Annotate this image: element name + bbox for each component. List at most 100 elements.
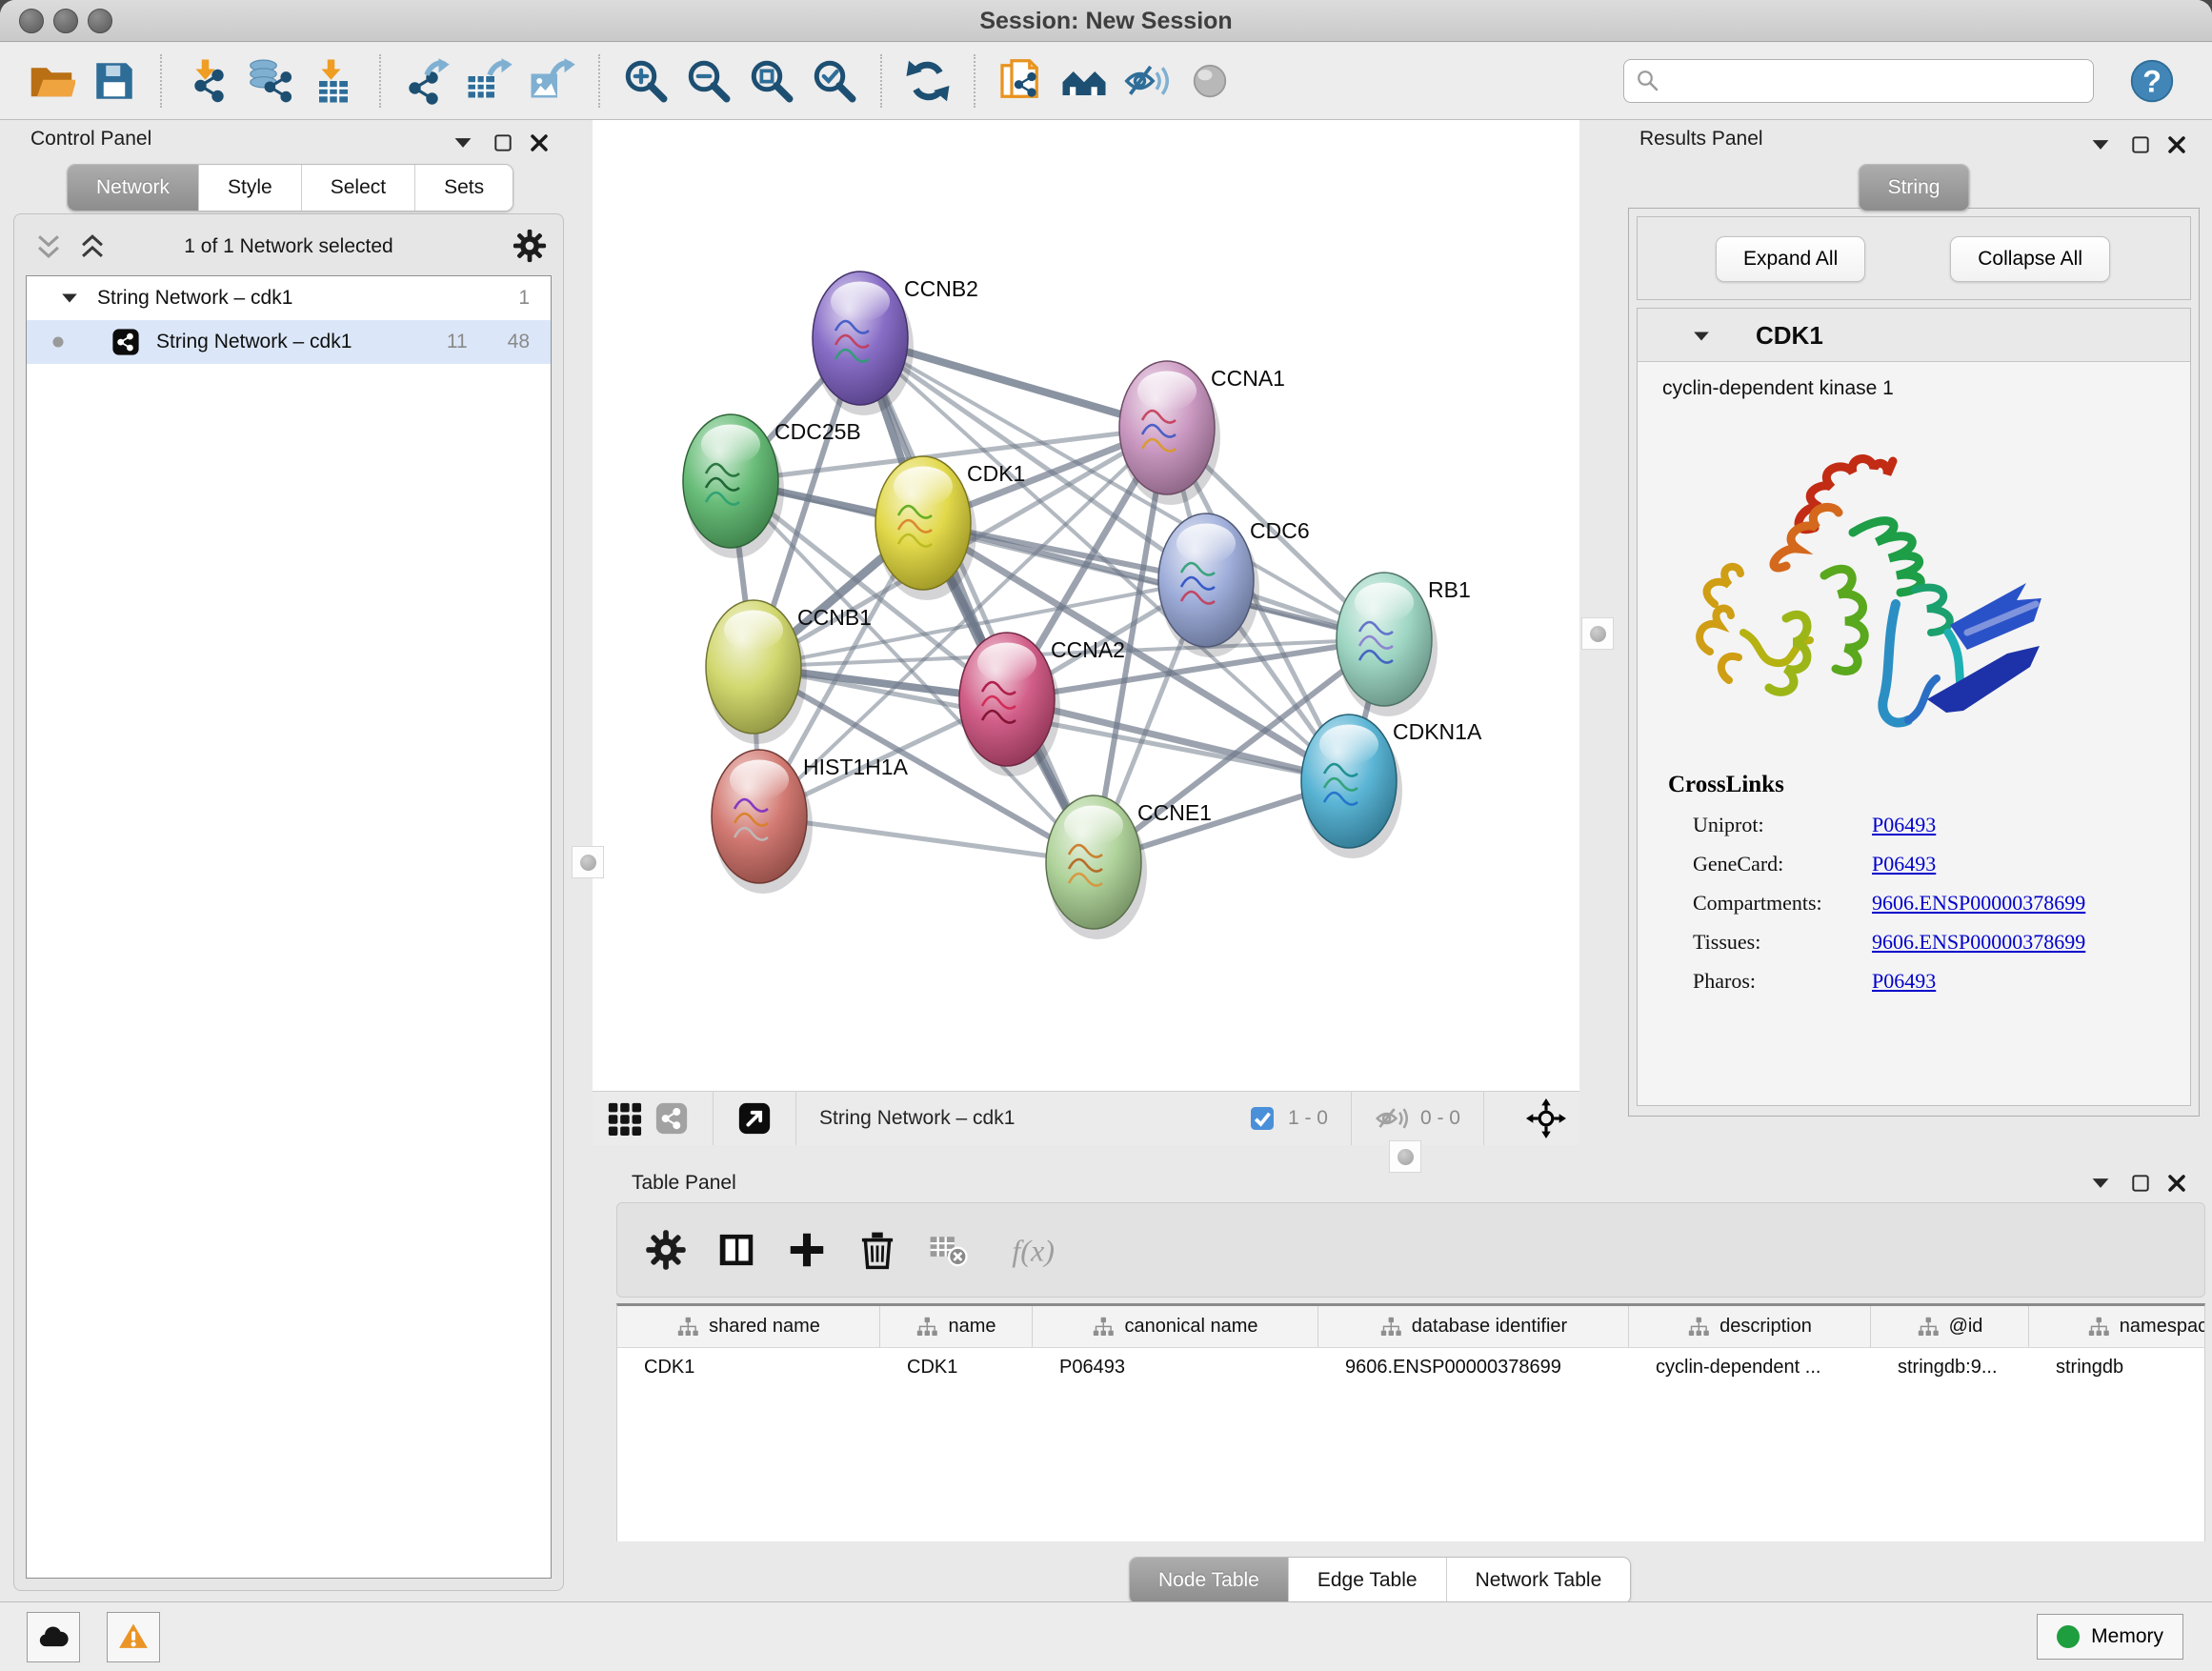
open-in-new-icon[interactable] [736, 1100, 773, 1137]
control-panel-float-button[interactable] [450, 130, 476, 156]
export-network-icon [403, 57, 451, 105]
import-network-button[interactable] [179, 52, 236, 110]
zoom-fit-button[interactable] [743, 52, 800, 110]
add-icon[interactable] [785, 1228, 829, 1272]
search-input[interactable] [1662, 60, 2093, 102]
tab-sets[interactable]: Sets [415, 165, 513, 211]
zoom-in-button[interactable] [617, 52, 674, 110]
import-network-icon [184, 57, 231, 105]
node-CDK1[interactable]: CDK1 [875, 456, 1025, 600]
collapse-all-button[interactable]: Collapse All [1950, 236, 2110, 282]
column-label: namespace [2120, 1316, 2205, 1338]
table-panel-title: Table Panel [632, 1172, 736, 1195]
gear-icon[interactable] [644, 1228, 688, 1272]
tab-style[interactable]: Style [199, 165, 302, 211]
crosslink-link[interactable]: P06493 [1872, 852, 1936, 876]
document-share-button[interactable] [993, 52, 1050, 110]
import-database-button[interactable] [242, 52, 299, 110]
bottom-splitter-handle[interactable] [1389, 1140, 1421, 1173]
tab-network-table[interactable]: Network Table [1447, 1558, 1631, 1603]
column-header-name[interactable]: name [880, 1306, 1033, 1347]
table-cell: stringdb [2029, 1357, 2205, 1379]
help-button[interactable]: ? [2128, 57, 2176, 105]
zoom-selected-button[interactable] [806, 52, 863, 110]
birdseye-grid-icon[interactable] [606, 1100, 642, 1137]
node-CCNA2[interactable]: CCNA2 [959, 633, 1125, 776]
table-row[interactable]: CDK1CDK1P064939606.ENSP00000378699cyclin… [617, 1348, 2204, 1386]
results-panel-restore-button[interactable] [2127, 131, 2154, 158]
columns-icon[interactable] [714, 1228, 758, 1272]
network-row[interactable]: String Network – cdk11148 [27, 320, 551, 364]
node-RB1[interactable]: RB1 [1337, 573, 1471, 716]
crosslink-label: Uniprot: [1693, 813, 1872, 837]
edge-CCNB2-CCNE1[interactable] [860, 338, 1094, 862]
node-CCNE1[interactable]: CCNE1 [1046, 795, 1212, 939]
search-box [1623, 59, 2094, 103]
tab-edge-table[interactable]: Edge Table [1289, 1558, 1447, 1603]
save-session-button[interactable] [86, 52, 143, 110]
network-share-icon[interactable] [654, 1100, 690, 1137]
node-CCNA1[interactable]: CCNA1 [1119, 361, 1285, 505]
crosslink-link[interactable]: 9606.ENSP00000378699 [1872, 891, 2085, 916]
control-panel-restore-button[interactable] [490, 130, 516, 156]
gene-collapse-caret-icon[interactable] [1689, 324, 1714, 349]
gene-entry-header[interactable]: CDK1 [1638, 309, 2190, 362]
crosslink-row: Tissues:9606.ENSP00000378699 [1693, 930, 2190, 955]
table-panel-restore-button[interactable] [2127, 1170, 2154, 1197]
node-CDKN1A[interactable]: CDKN1A [1301, 715, 1482, 858]
table-panel-float-button[interactable] [2087, 1170, 2114, 1197]
svg-text:?: ? [2142, 64, 2162, 98]
table-panel-close-button[interactable] [2163, 1170, 2190, 1197]
eye-sphere-button[interactable] [1181, 52, 1238, 110]
tab-select[interactable]: Select [302, 165, 415, 211]
export-table-button[interactable] [461, 52, 518, 110]
export-network-button[interactable] [398, 52, 455, 110]
memory-button[interactable]: Memory [2037, 1614, 2183, 1660]
tab-network[interactable]: Network [68, 165, 199, 211]
tree-expand-caret-icon[interactable] [57, 286, 82, 311]
open-session-button[interactable] [23, 52, 80, 110]
crosslink-link[interactable]: P06493 [1872, 969, 1936, 994]
refresh-button[interactable] [899, 52, 956, 110]
crosslink-link[interactable]: 9606.ENSP00000378699 [1872, 930, 2085, 955]
network-options-gear-icon[interactable] [512, 228, 548, 264]
hidden-items-eye-icon[interactable] [1375, 1101, 1409, 1136]
expand-all-button[interactable]: Expand All [1716, 236, 1865, 282]
column-header-namespace[interactable]: namespace [2029, 1306, 2205, 1347]
left-splitter-handle[interactable] [572, 846, 604, 878]
table-panel: Table Panel f(x) shared namenamecanonica… [616, 1168, 2205, 1601]
trash-icon[interactable] [855, 1228, 899, 1272]
help-icon: ? [2128, 93, 2176, 108]
node-HIST1H1A[interactable]: HIST1H1A [712, 750, 909, 894]
network-collection-row[interactable]: String Network – cdk11 [27, 276, 551, 320]
selected-items-checkbox[interactable] [1248, 1104, 1277, 1133]
warnings-button[interactable] [107, 1612, 160, 1662]
network-canvas[interactable]: CCNB2CCNA1CDC25BCDK1CDC6RB1CCNB1CCNA2CDK… [593, 120, 1579, 1091]
export-image-button[interactable] [524, 52, 581, 110]
fit-selected-crosshair-icon[interactable] [1526, 1098, 1566, 1138]
column-header-shared-name[interactable]: shared name [617, 1306, 880, 1347]
column-header-description[interactable]: description [1629, 1306, 1871, 1347]
right-splitter-handle[interactable] [1581, 617, 1614, 650]
tab-string[interactable]: String [1860, 165, 1969, 211]
export-image-icon [529, 57, 576, 105]
zoom-out-button[interactable] [680, 52, 737, 110]
import-table-button[interactable] [305, 52, 362, 110]
save-session-icon [90, 57, 138, 105]
node-label-CDC25B: CDC25B [774, 419, 861, 444]
column-label: canonical name [1124, 1316, 1257, 1338]
network-view-toolbar: String Network – cdk1 1 - 0 0 - 0 [593, 1091, 1579, 1145]
column-header-canonical-name[interactable]: canonical name [1033, 1306, 1318, 1347]
eye-slash-button[interactable] [1118, 52, 1176, 110]
column-header-database-identifier[interactable]: database identifier [1318, 1306, 1629, 1347]
houses-button[interactable] [1056, 52, 1113, 110]
results-panel-float-button[interactable] [2087, 131, 2114, 158]
search-icon [1634, 67, 1662, 95]
control-panel-close-button[interactable] [526, 130, 553, 156]
column-header--id[interactable]: @id [1871, 1306, 2029, 1347]
results-panel-close-button[interactable] [2163, 131, 2190, 158]
toolbar-divider [795, 1092, 796, 1145]
crosslink-link[interactable]: P06493 [1872, 813, 1936, 837]
tab-node-table[interactable]: Node Table [1130, 1558, 1289, 1603]
cloud-button[interactable] [27, 1612, 80, 1662]
